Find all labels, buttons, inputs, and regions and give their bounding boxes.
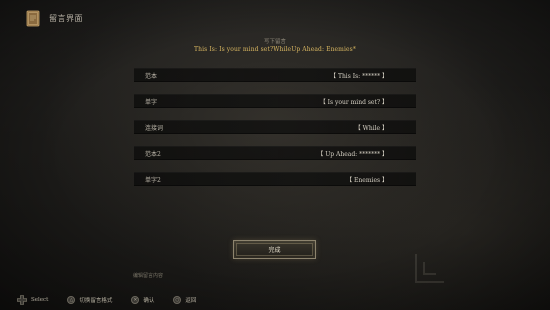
row-word[interactable]: 单字 【 Is your mind set? 】	[134, 94, 416, 108]
row-template-2[interactable]: 范本2 【 Up Ahead: ******* 】	[134, 146, 416, 160]
compose-label: 写下留言	[263, 39, 286, 45]
prompt-select[interactable]: Select	[17, 295, 48, 305]
row-template[interactable]: 范本 【 This Is: ****** 】	[134, 68, 416, 82]
triangle-button-icon: △	[67, 296, 76, 304]
prompt-switch-format[interactable]: △ 切换留言格式	[67, 296, 112, 304]
prompt-confirm[interactable]: ✕ 确认	[131, 296, 154, 304]
row-value: 【 Enemies 】	[346, 176, 388, 184]
prompt-select-label: Select	[31, 297, 49, 303]
book-icon	[26, 10, 40, 26]
row-conjunction[interactable]: 连接词 【 While 】	[134, 120, 416, 134]
prompt-switch-label: 切换留言格式	[79, 298, 113, 304]
row-value: 【 This Is: ****** 】	[330, 72, 388, 80]
button-prompts: Select △ 切换留言格式 ✕ 确认 ○ 返回	[17, 295, 215, 305]
complete-button[interactable]: 完成	[233, 240, 316, 259]
complete-button-label: 完成	[268, 247, 281, 254]
cross-button-icon: ✕	[131, 296, 140, 304]
prompt-back-label: 返回	[185, 298, 197, 304]
row-label: 单字	[145, 98, 158, 106]
message-parts-list: 范本 【 This Is: ****** 】 单字 【 Is your mind…	[134, 68, 416, 198]
row-word-2[interactable]: 单字2 【 Enemies 】	[134, 172, 416, 186]
edit-hint: 编辑留言内容	[133, 273, 164, 279]
row-value: 【 Up Ahead: ******* 】	[317, 150, 388, 158]
dpad-icon	[17, 295, 27, 305]
row-label: 单字2	[145, 176, 161, 184]
message-preview: This Is: Is your mind set?WhileUp Ahead:…	[194, 46, 356, 53]
screen-title: 留言界面	[49, 13, 83, 23]
background-rune-icon	[415, 254, 444, 283]
row-label: 范本	[145, 72, 158, 80]
row-value: 【 Is your mind set? 】	[319, 98, 388, 106]
row-value: 【 While 】	[354, 124, 388, 132]
screen-header: 留言界面	[26, 8, 83, 28]
prompt-back[interactable]: ○ 返回	[173, 296, 196, 304]
prompt-confirm-label: 确认	[143, 298, 155, 304]
circle-button-icon: ○	[173, 296, 182, 304]
row-label: 范本2	[145, 150, 161, 158]
row-label: 连接词	[145, 124, 164, 132]
